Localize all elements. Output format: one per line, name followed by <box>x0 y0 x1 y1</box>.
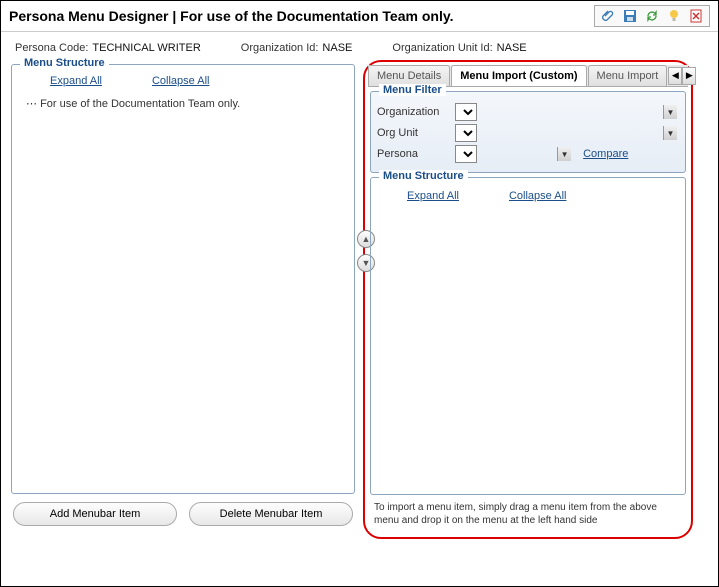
chevron-down-icon: ▼ <box>663 105 677 119</box>
refresh-icon[interactable] <box>645 9 659 23</box>
tab-menu-import-custom[interactable]: Menu Import (Custom) <box>451 65 586 86</box>
menu-filter-fieldset: Menu Filter Organization ▼ Org Unit ▼ Pe… <box>370 91 686 173</box>
page-title: Persona Menu Designer | For use of the D… <box>9 8 453 24</box>
tree-item[interactable]: ⋯ For use of the Documentation Team only… <box>20 95 346 112</box>
expand-all-link-right[interactable]: Expand All <box>407 190 459 202</box>
compare-link[interactable]: Compare <box>583 148 628 160</box>
right-menu-structure: Menu Structure Expand All Collapse All <box>370 177 686 495</box>
tab-menu-details[interactable]: Menu Details <box>368 65 450 86</box>
organization-select[interactable] <box>455 103 477 121</box>
menu-structure-title-right: Menu Structure <box>379 170 468 182</box>
organization-label: Organization <box>377 106 449 118</box>
lightbulb-icon[interactable] <box>667 9 681 23</box>
delete-icon[interactable] <box>689 9 703 23</box>
import-panel: Menu Details Menu Import (Custom) Menu I… <box>363 60 693 539</box>
org-unit-id-label: Organization Unit Id: <box>392 42 492 54</box>
collapse-all-link[interactable]: Collapse All <box>152 75 209 87</box>
toolbar <box>594 5 710 27</box>
attachment-icon[interactable] <box>601 9 615 23</box>
org-unit-label: Org Unit <box>377 127 449 139</box>
collapse-all-link-right[interactable]: Collapse All <box>509 190 566 202</box>
delete-menubar-item-button[interactable]: Delete Menubar Item <box>189 502 353 526</box>
tree-dots-icon: ⋯ <box>26 98 37 110</box>
chevron-down-icon: ▼ <box>663 126 677 140</box>
add-menubar-item-button[interactable]: Add Menubar Item <box>13 502 177 526</box>
org-id-value: NASE <box>322 42 352 54</box>
org-id-label: Organization Id: <box>241 42 319 54</box>
tab-scroll-right-button[interactable]: ▶ <box>682 67 696 85</box>
persona-label: Persona <box>377 148 449 160</box>
chevron-down-icon: ▼ <box>557 147 571 161</box>
menu-filter-title: Menu Filter <box>379 84 446 96</box>
org-unit-id-value: NASE <box>497 42 527 54</box>
menu-structure-title: Menu Structure <box>20 57 109 69</box>
info-bar: Persona Code: TECHNICAL WRITER Organizat… <box>1 32 718 60</box>
left-menu-structure: Menu Structure Expand All Collapse All ⋯… <box>11 64 355 494</box>
persona-code-value: TECHNICAL WRITER <box>92 42 200 54</box>
tree-item-label: For use of the Documentation Team only. <box>40 98 240 110</box>
tab-menu-import[interactable]: Menu Import <box>588 65 668 86</box>
org-unit-select[interactable] <box>455 124 477 142</box>
tab-scroll-left-button[interactable]: ◀ <box>668 67 682 85</box>
save-icon[interactable] <box>623 9 637 23</box>
expand-all-link[interactable]: Expand All <box>50 75 102 87</box>
persona-select[interactable] <box>455 145 477 163</box>
import-hint-text: To import a menu item, simply drag a men… <box>370 495 686 527</box>
persona-code-label: Persona Code: <box>15 42 88 54</box>
